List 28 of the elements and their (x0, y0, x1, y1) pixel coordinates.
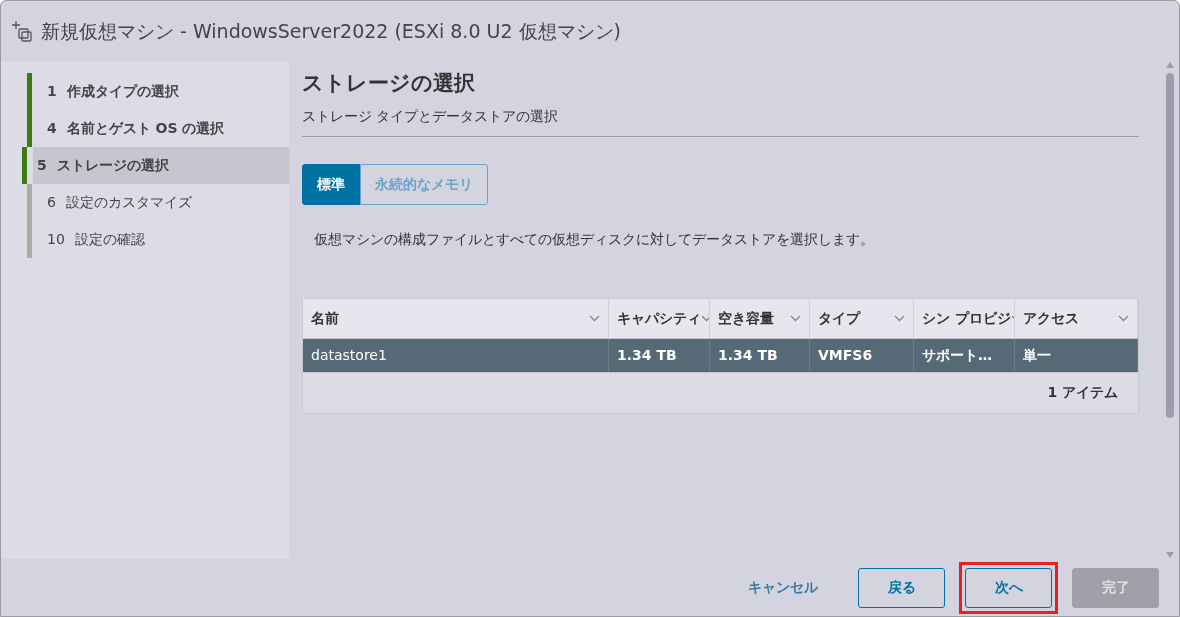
column-header[interactable]: タイプ (810, 299, 914, 339)
description-text: 仮想マシンの構成ファイルとすべての仮想ディスクに対してデータストアを選択します。 (314, 230, 875, 250)
column-header[interactable]: シン プロビジ (914, 299, 1015, 339)
table-row[interactable]: datastore1 1.34 TB 1.34 TB VMFS6 サポート… 単一 (303, 338, 1138, 373)
table-cell: 単一 (1015, 339, 1138, 373)
column-header[interactable]: 空き容量 (710, 299, 810, 339)
table-cell: サポート… (914, 339, 1015, 373)
wizard-step[interactable]: 1 作成タイプの選択 (27, 73, 289, 110)
scrollbar-thumb[interactable] (1166, 73, 1174, 418)
page-subtitle: ストレージ タイプとデータストアの選択 (302, 96, 1139, 138)
window-title: 新規仮想マシン - WindowsServer2022 (ESXi 8.0 U2 仮想マシン) (41, 18, 621, 44)
wizard-button[interactable]: 戻る (858, 567, 945, 608)
wizard-step[interactable]: 6 設定のカスタマイズ (27, 184, 289, 221)
table-cell: 1.34 TB (609, 339, 710, 373)
page-title: ストレージの選択 (302, 71, 476, 97)
scroll-down-arrow-icon[interactable] (1165, 551, 1175, 559)
table-cell: datastore1 (303, 339, 609, 373)
column-header[interactable]: キャパシティ (609, 299, 710, 339)
wizard-step[interactable]: 10 設定の確認 (27, 221, 289, 258)
wizard-button[interactable]: 次へ (965, 567, 1052, 608)
new-vm-icon (11, 20, 33, 42)
storage-type-tab[interactable]: 標準 (302, 164, 360, 206)
column-header[interactable]: 名前 (303, 299, 609, 339)
table-cell: VMFS6 (810, 339, 914, 373)
table-cell: 1.34 TB (710, 339, 810, 373)
item-count: 1 アイテム (303, 372, 1138, 414)
scroll-up-arrow-icon[interactable] (1165, 61, 1175, 69)
column-header[interactable]: アクセス (1015, 299, 1138, 339)
